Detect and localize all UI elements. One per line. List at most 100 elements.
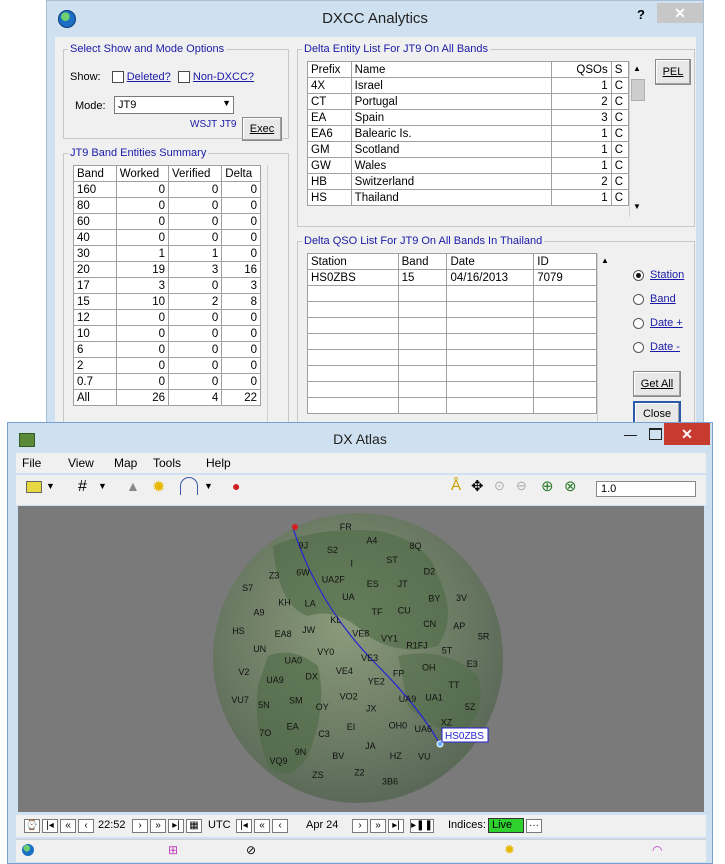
pan-icon[interactable]: ✥: [471, 477, 484, 495]
qso-scrollbar[interactable]: ▲: [597, 253, 614, 429]
table-row[interactable]: HS0ZBS 15 04/16/2013 7079: [307, 269, 597, 286]
table-row[interactable]: 0.7 0 0 0: [73, 373, 261, 390]
maximize-icon[interactable]: [649, 428, 662, 440]
table-row[interactable]: 20 19 3 16: [73, 261, 261, 278]
forward-fast-icon[interactable]: »: [150, 819, 166, 833]
indices-live[interactable]: Live: [488, 818, 524, 833]
indices-more-icon[interactable]: ···: [526, 819, 542, 833]
entity-list-legend: Delta Entity List For JT9 On All Bands: [304, 43, 489, 55]
deleted-checkbox[interactable]: [111, 71, 124, 84]
band-table-scrollbar[interactable]: [267, 165, 283, 429]
rewind-start-icon[interactable]: |◂: [42, 819, 58, 833]
menu-map[interactable]: Map: [114, 456, 137, 470]
table-row[interactable]: All 26 4 22: [73, 389, 261, 406]
zoom-field[interactable]: 1.0: [596, 481, 696, 497]
sort-radio-1[interactable]: Station: [633, 269, 684, 281]
date-start-icon[interactable]: |◂: [236, 819, 252, 833]
play-pause-icon[interactable]: ▸❚❚: [410, 819, 434, 833]
table-row[interactable]: GW Wales 1 C: [307, 157, 630, 174]
date-back-icon[interactable]: ‹: [272, 819, 288, 833]
table-row[interactable]: 80 0 0 0: [73, 197, 261, 214]
table-cell: 0: [115, 373, 170, 390]
clock-icon[interactable]: ⌚: [24, 819, 40, 833]
date-end-icon[interactable]: ▸|: [388, 819, 404, 833]
table-row[interactable]: 30 1 1 0: [73, 245, 261, 262]
menu-tools[interactable]: Tools: [153, 456, 181, 470]
sort-radio-3[interactable]: Date +: [633, 317, 683, 329]
prefix-label: VY0: [317, 647, 334, 657]
scroll-up-icon[interactable]: ▲: [630, 61, 644, 77]
globe-map[interactable]: HS0ZBS VE3 VE4 VE8 YE2 VY0 VY1 VO2 KL FP DX TF JX JW…: [18, 506, 704, 812]
help-button[interactable]: ?: [637, 7, 645, 22]
exec-button[interactable]: Exec: [242, 117, 282, 141]
card-icon[interactable]: [26, 481, 42, 493]
minimize-icon[interactable]: —: [624, 427, 637, 442]
table-row[interactable]: 60 0 0 0: [73, 213, 261, 230]
entity-scrollbar[interactable]: ▲ ▼: [629, 61, 646, 217]
table-row[interactable]: EA Spain 3 C: [307, 109, 630, 126]
qso-scroll-up-icon[interactable]: ▲: [598, 253, 612, 269]
rewind-fast-icon[interactable]: «: [60, 819, 76, 833]
dropdown-icon[interactable]: ▼: [46, 481, 55, 491]
atlas-close-icon[interactable]: ✕: [664, 423, 710, 445]
rainbow-dropdown-icon[interactable]: ▼: [204, 481, 213, 491]
map-view[interactable]: HS0ZBS VE3 VE4 VE8 YE2 VY0 VY1 VO2 KL FP DX TF JX JW…: [18, 506, 704, 812]
menu-help[interactable]: Help: [206, 456, 231, 470]
table-row[interactable]: 40 0 0 0: [73, 229, 261, 246]
sort-radio-2[interactable]: Band: [633, 293, 676, 305]
table-row[interactable]: 10 0 0 0: [73, 325, 261, 342]
table-row[interactable]: HS Thailand 1 C: [307, 189, 630, 206]
date-fast-forward-icon[interactable]: »: [370, 819, 386, 833]
table-row[interactable]: HB Switzerland 2 C: [307, 173, 630, 190]
scroll-thumb[interactable]: [631, 79, 645, 101]
sort-radio-4[interactable]: Date -: [633, 341, 680, 353]
table-cell: C: [610, 189, 630, 206]
sun-icon[interactable]: ✹: [152, 477, 165, 497]
empty-cell: [307, 301, 399, 318]
pel-button[interactable]: PEL: [655, 59, 691, 85]
table-row[interactable]: 17 3 0 3: [73, 277, 261, 294]
grid-icon[interactable]: #: [78, 478, 87, 496]
table-row[interactable]: EA6 Balearic Is. 1 C: [307, 125, 630, 142]
table-row[interactable]: 2000: [73, 357, 261, 374]
table-cell: 0: [115, 197, 170, 214]
table-row[interactable]: 6000: [73, 341, 261, 358]
prefix-label: VE8: [352, 628, 369, 638]
zoom-in-icon[interactable]: ⊕: [541, 477, 554, 495]
atlas-title: DX Atlas: [333, 431, 387, 447]
table-row[interactable]: 4X Israel 1 C: [307, 77, 630, 94]
qso-table: Station Band Date ID HS0ZBS 15 04/16/2013 7079: [307, 253, 597, 414]
prefix-label: A4: [366, 535, 377, 545]
scroll-down-icon[interactable]: ▼: [630, 199, 644, 215]
table-row[interactable]: 160 0 0 0: [73, 181, 261, 198]
prefix-label: HZ: [390, 751, 402, 761]
date-forward-icon[interactable]: ›: [352, 819, 368, 833]
rainbow-icon[interactable]: [180, 477, 198, 495]
prefix-label: 9N: [295, 747, 307, 757]
table-row[interactable]: CT Portugal 2 C: [307, 93, 630, 110]
table-row[interactable]: 12 0 0 0: [73, 309, 261, 326]
status-globe-icon: [22, 844, 34, 856]
step-forward-icon[interactable]: ›: [132, 819, 148, 833]
date-fast-back-icon[interactable]: «: [254, 819, 270, 833]
zoom-out-icon[interactable]: ⊗: [564, 477, 577, 495]
terminator-icon[interactable]: ▲: [126, 478, 140, 494]
non-dxcc-checkbox[interactable]: [177, 71, 190, 84]
step-back-icon[interactable]: ‹: [78, 819, 94, 833]
rotate-icon[interactable]: ⊙: [494, 478, 505, 494]
pin-icon[interactable]: ●: [232, 478, 240, 494]
minus-circle-icon[interactable]: ⊖: [516, 478, 527, 494]
point-icon[interactable]: Å: [451, 477, 461, 494]
get-all-button[interactable]: Get All: [633, 371, 681, 397]
forward-end-icon[interactable]: ▸|: [168, 819, 184, 833]
mode-select[interactable]: JT9 ▼: [114, 96, 234, 114]
menu-file[interactable]: File: [22, 456, 41, 470]
menu-view[interactable]: View: [68, 456, 94, 470]
column-header: ID: [533, 253, 597, 270]
grid-dropdown-icon[interactable]: ▼: [98, 481, 107, 491]
table-row[interactable]: GM Scotland 1 C: [307, 141, 630, 158]
table-cell: 0: [221, 357, 261, 374]
table-row[interactable]: 15 10 2 8: [73, 293, 261, 310]
calendar-icon[interactable]: ▦: [186, 819, 202, 833]
dxcc-close-icon[interactable]: ✕: [657, 3, 703, 23]
